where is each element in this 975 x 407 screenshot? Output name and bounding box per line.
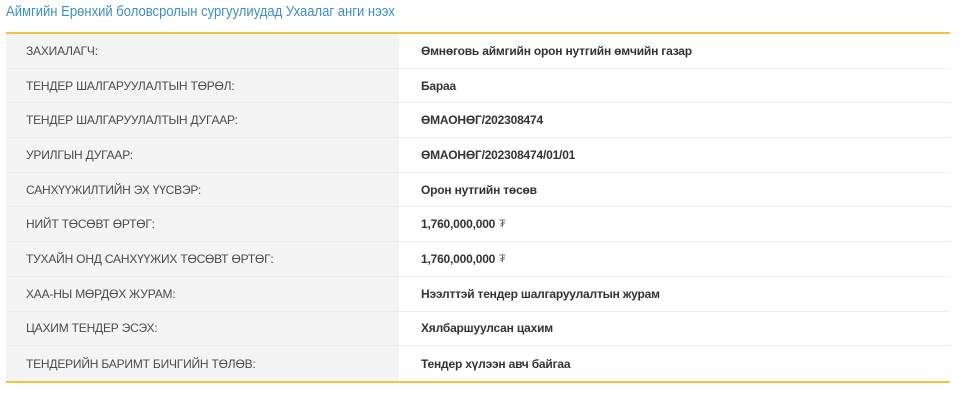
row-label: ТЕНДЕРИЙН БАРИМТ БИЧГИЙН ТӨЛӨВ: <box>6 346 399 381</box>
value-text: Нээлттэй тендер шалгаруулалтын журам <box>421 286 660 301</box>
table-row-invitation-number: УРИЛГЫН ДУГААР: ӨМАОНӨГ/202308474/01/01 <box>6 138 950 173</box>
table-row-procedure: ХАА-НЫ МӨРДӨХ ЖУРАМ: Нээлттэй тендер шал… <box>6 276 950 312</box>
value-text: 1,760,000,000 <box>421 217 496 232</box>
row-value: ӨМАОНӨГ/202308474/01/01 <box>399 138 950 172</box>
value-text: Орон нутгийн төсөв <box>421 182 537 197</box>
row-value: 1,760,000,000 ₮ <box>399 242 950 276</box>
value-text: Тендер хүлээн авч байгаа <box>421 356 571 371</box>
table-row-funding-source: САНХҮҮЖИЛТИЙН ЭХ ҮҮСВЭР: Орон нутгийн тө… <box>6 172 950 208</box>
tugrik-currency-icon: ₮ <box>499 252 506 265</box>
row-label: ТЕНДЕР ШАЛГАРУУЛАЛТЫН ДУГААР: <box>6 103 399 138</box>
tender-details-panel: Аймгийн Ерөнхий боловсролын сургуулиудад… <box>0 0 975 407</box>
row-label: ЦАХИМ ТЕНДЕР ЭСЭХ: <box>6 311 399 346</box>
row-value: Бараа <box>399 68 950 103</box>
row-value: Өмнөговь аймгийн орон нутгийн өмчийн газ… <box>399 34 950 68</box>
value-text: 1,760,000,000 <box>421 251 496 266</box>
row-value: ӨМАОНӨГ/202308474 <box>399 103 950 138</box>
tender-info-table: ЗАХИАЛАГЧ: Өмнөговь аймгийн орон нутгийн… <box>6 32 950 383</box>
row-value: 1,760,000,000 ₮ <box>399 207 950 242</box>
row-value: Хялбаршуулсан цахим <box>399 311 950 346</box>
row-value: Тендер хүлээн авч байгаа <box>399 346 950 381</box>
table-row-tender-type: ТЕНДЕР ШАЛГАРУУЛАЛТЫН ТӨРӨЛ: Бараа <box>6 68 950 104</box>
table-row-total-budget: НИЙТ ТӨСӨВТ ӨРТӨГ: 1,760,000,000 ₮ <box>6 207 950 243</box>
table-row-electronic: ЦАХИМ ТЕНДЕР ЭСЭХ: Хялбаршуулсан цахим <box>6 311 950 347</box>
row-label: ЗАХИАЛАГЧ: <box>6 34 399 68</box>
row-label: ТЕНДЕР ШАЛГАРУУЛАЛТЫН ТӨРӨЛ: <box>6 68 399 103</box>
row-label: УРИЛГЫН ДУГААР: <box>6 138 399 172</box>
value-text: Өмнөговь аймгийн орон нутгийн өмчийн газ… <box>421 43 692 58</box>
table-row-annual-budget: ТУХАЙН ОНД САНХҮҮЖИХ ТӨСӨВТ ӨРТӨГ: 1,760… <box>6 242 950 277</box>
row-label: ТУХАЙН ОНД САНХҮҮЖИХ ТӨСӨВТ ӨРТӨГ: <box>6 242 399 276</box>
table-row-customer: ЗАХИАЛАГЧ: Өмнөговь аймгийн орон нутгийн… <box>6 34 950 69</box>
tugrik-currency-icon: ₮ <box>499 218 506 231</box>
row-value: Орон нутгийн төсөв <box>399 172 950 207</box>
page-title: Аймгийн Ерөнхий боловсролын сургуулиудад… <box>6 4 395 20</box>
value-text: ӨМАОНӨГ/202308474/01/01 <box>421 147 576 162</box>
table-row-tender-number: ТЕНДЕР ШАЛГАРУУЛАЛТЫН ДУГААР: ӨМАОНӨГ/20… <box>6 103 950 139</box>
value-text: Хялбаршуулсан цахим <box>421 321 553 336</box>
value-text: ӨМАОНӨГ/202308474 <box>421 113 543 128</box>
value-text: Бараа <box>421 78 456 93</box>
row-label: САНХҮҮЖИЛТИЙН ЭХ ҮҮСВЭР: <box>6 172 399 207</box>
table-row-document-status: ТЕНДЕРИЙН БАРИМТ БИЧГИЙН ТӨЛӨВ: Тендер х… <box>6 346 950 381</box>
row-value: Нээлттэй тендер шалгаруулалтын журам <box>399 276 950 311</box>
row-label: ХАА-НЫ МӨРДӨХ ЖУРАМ: <box>6 276 399 311</box>
row-label: НИЙТ ТӨСӨВТ ӨРТӨГ: <box>6 207 399 242</box>
